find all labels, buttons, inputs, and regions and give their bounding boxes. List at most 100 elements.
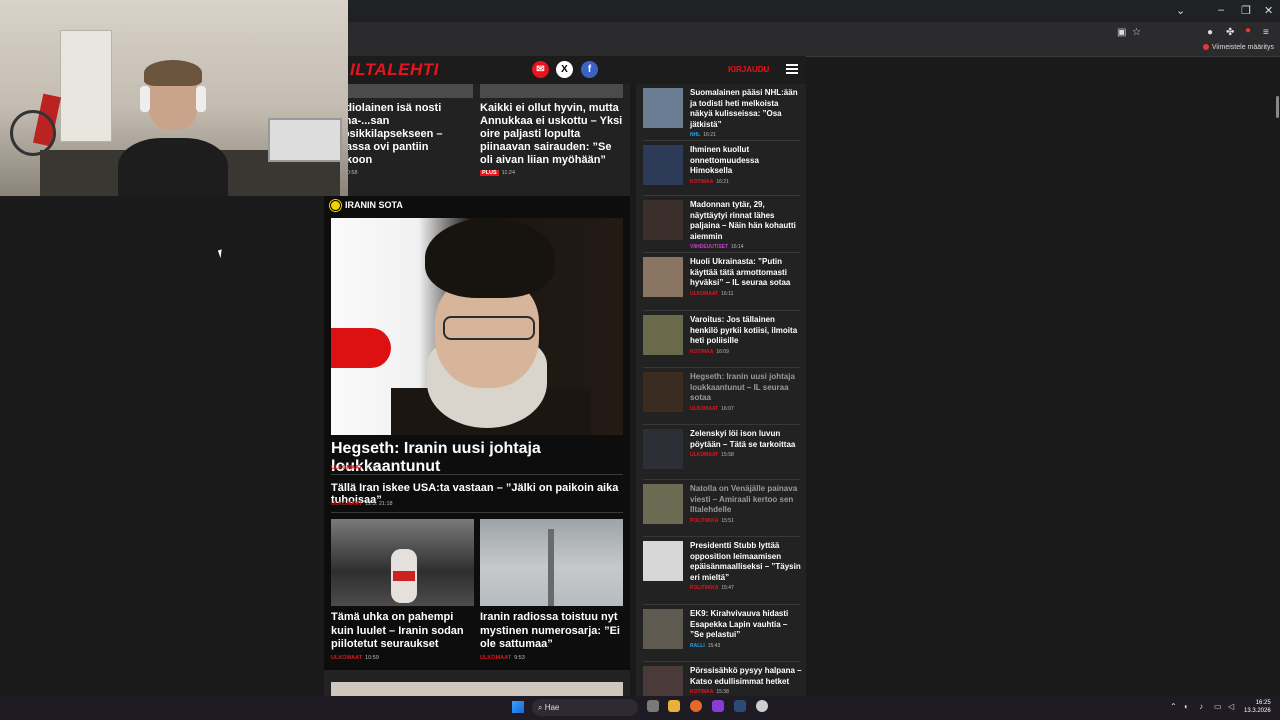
taskbar-search-input[interactable]: ⌕ Hae bbox=[532, 699, 638, 716]
microphone-icon[interactable]: ♪ bbox=[1199, 702, 1203, 711]
steam-icon[interactable] bbox=[734, 700, 746, 712]
sub-meta: ULKOMAAT 12.3. 21:18 bbox=[331, 501, 393, 507]
card-title[interactable]: Iranin radiossa toistuu nyt mystinen num… bbox=[480, 611, 623, 652]
close-button[interactable]: ✕ bbox=[1264, 4, 1273, 17]
profile-icon[interactable]: ● bbox=[1245, 25, 1251, 36]
news-thumbnail[interactable] bbox=[643, 429, 683, 469]
category-label[interactable]: KOTIMAA bbox=[690, 349, 713, 355]
news-thumbnail[interactable] bbox=[643, 484, 683, 524]
section-card-1[interactable]: Tämä uhka on pahempi kuin luulet – Irani… bbox=[331, 519, 474, 661]
volume-icon[interactable]: ◁ bbox=[1228, 702, 1234, 711]
category-label[interactable]: POLITIIKKA bbox=[690, 518, 718, 524]
obs-icon[interactable] bbox=[756, 700, 768, 712]
category-label[interactable]: ULKOMAAT bbox=[480, 655, 511, 661]
tab-list-dropdown-icon[interactable]: ⌄ bbox=[1176, 4, 1185, 17]
hamburger-menu-icon[interactable] bbox=[786, 64, 798, 74]
card-image[interactable] bbox=[480, 519, 623, 606]
category-label[interactable]: VIIHDEUUTISET bbox=[690, 244, 728, 250]
email-share-icon[interactable]: ✉ bbox=[532, 61, 549, 78]
category-label[interactable]: ULKOMAAT bbox=[690, 291, 718, 297]
clock-date: 13.3.2026 bbox=[1244, 708, 1271, 714]
puzzle-icon[interactable]: ✤ bbox=[1226, 27, 1234, 38]
discord-icon[interactable] bbox=[712, 700, 724, 712]
news-thumbnail[interactable] bbox=[643, 257, 683, 297]
tray-app-icon[interactable]: ◐ bbox=[1184, 702, 1189, 711]
category-label[interactable]: KOTIMAA bbox=[690, 689, 713, 695]
bookmark-star-icon[interactable]: ☆ bbox=[1132, 27, 1141, 38]
card-title[interactable]: Tämä uhka on pahempi kuin luulet – Irani… bbox=[331, 611, 474, 652]
news-title[interactable]: Hegseth: Iranin uusi johtaja loukkaantun… bbox=[690, 372, 802, 404]
file-explorer-icon[interactable] bbox=[668, 700, 680, 712]
news-meta: KOTIMAA 16:21 bbox=[690, 179, 802, 185]
news-title[interactable]: Natolla on Venäjälle painava viesti – Am… bbox=[690, 484, 802, 516]
webcam-person bbox=[118, 60, 228, 196]
article-time: 16:07 bbox=[365, 465, 379, 471]
webcam-monitor bbox=[268, 118, 342, 162]
reader-view-icon[interactable]: ▣ bbox=[1117, 27, 1126, 38]
live-dot-icon bbox=[330, 200, 341, 212]
x-share-icon[interactable]: X bbox=[556, 61, 573, 78]
category-label[interactable]: ULKOMAAT bbox=[331, 501, 362, 507]
news-text: Zelenskyi löi ison luvun pöytään – Tätä … bbox=[690, 429, 802, 458]
category-label[interactable]: ULKOMAAT bbox=[331, 465, 362, 471]
start-button[interactable] bbox=[512, 701, 524, 713]
category-label[interactable]: RALLI bbox=[690, 643, 705, 649]
article-thumbnail[interactable] bbox=[330, 84, 473, 98]
news-meta: KOTIMAA 15:38 bbox=[690, 689, 802, 695]
divider bbox=[331, 474, 623, 475]
card-image[interactable] bbox=[331, 519, 474, 606]
news-title[interactable]: Varoitus: Jos tällainen henkilö pyrkii k… bbox=[690, 315, 802, 347]
news-thumbnail[interactable] bbox=[643, 145, 683, 185]
minimize-button[interactable]: – bbox=[1218, 4, 1224, 16]
top-article-2[interactable]: Kaikki ei ollut hyvin, mutta Annukkaa ei… bbox=[480, 84, 623, 176]
news-text: Natolla on Venäjälle painava viesti – Am… bbox=[690, 484, 802, 524]
news-title[interactable]: Pörssisähkö pysyy halpana – Katso edulli… bbox=[690, 666, 802, 687]
facebook-share-icon[interactable]: f bbox=[581, 61, 598, 78]
news-title[interactable]: Ihminen kuollut onnettomuudessa Himoksel… bbox=[690, 145, 802, 177]
news-title[interactable]: Presidentti Stubb lyttää opposition leim… bbox=[690, 541, 802, 583]
news-text: Madonnan tytär, 29, näyttäytyi rinnat lä… bbox=[690, 200, 802, 250]
category-label[interactable]: KOTIMAA bbox=[690, 179, 713, 185]
hero-image[interactable] bbox=[331, 218, 623, 435]
bookmark-item[interactable]: Viimeistele määritys bbox=[1202, 44, 1274, 51]
headphone-right bbox=[196, 86, 206, 112]
article-title[interactable]: ...adiolainen isä nosti Anna-...san suos… bbox=[330, 102, 473, 167]
tray-chevron-icon[interactable]: ⌃ bbox=[1170, 702, 1177, 711]
sidebar-divider bbox=[643, 661, 800, 662]
article-thumbnail[interactable] bbox=[480, 84, 623, 98]
news-thumbnail[interactable] bbox=[643, 541, 683, 581]
category-label[interactable]: ULKOMAAT bbox=[690, 406, 718, 412]
news-thumbnail[interactable] bbox=[643, 88, 683, 128]
news-thumbnail[interactable] bbox=[643, 609, 683, 649]
system-clock[interactable]: 16:25 13.3.2026 bbox=[1244, 699, 1271, 715]
news-thumbnail[interactable] bbox=[643, 372, 683, 412]
next-article-image[interactable] bbox=[331, 682, 623, 696]
section-card-2[interactable]: Iranin radiossa toistuu nyt mystinen num… bbox=[480, 519, 623, 661]
extension-icon[interactable]: ● bbox=[1207, 27, 1213, 38]
category-label[interactable]: POLITIIKKA bbox=[690, 585, 718, 591]
news-thumbnail[interactable] bbox=[643, 315, 683, 355]
login-link[interactable]: KIRJAUDU bbox=[728, 65, 769, 74]
news-title[interactable]: Madonnan tytär, 29, näyttäytyi rinnat lä… bbox=[690, 200, 802, 242]
category-label[interactable]: ULKOMAAT bbox=[331, 655, 362, 661]
article-title[interactable]: Kaikki ei ollut hyvin, mutta Annukkaa ei… bbox=[480, 102, 623, 167]
news-thumbnail[interactable] bbox=[643, 200, 683, 240]
news-title[interactable]: EK9: Kirahvivauva hidasti Esapekka Lapin… bbox=[690, 609, 802, 641]
section-label[interactable]: IRANIN SOTA bbox=[330, 200, 403, 212]
page-scrollbar[interactable] bbox=[1276, 96, 1279, 118]
top-article-1[interactable]: ...adiolainen isä nosti Anna-...san suos… bbox=[330, 84, 473, 176]
category-label[interactable]: ULKOMAAT bbox=[690, 452, 718, 458]
category-label[interactable]: NHL bbox=[690, 132, 700, 138]
news-title[interactable]: Zelenskyi löi ison luvun pöytään – Tätä … bbox=[690, 429, 802, 450]
article-time: 11:24 bbox=[501, 170, 516, 176]
menu-icon[interactable]: ≡ bbox=[1263, 27, 1269, 38]
task-view-icon[interactable] bbox=[647, 700, 659, 712]
news-title[interactable]: Huoli Ukrainasta: ”Putin käyttää tätä ar… bbox=[690, 257, 802, 289]
news-title[interactable]: Suomalainen pääsi NHL:ään ja todisti het… bbox=[690, 88, 802, 130]
news-text: Presidentti Stubb lyttää opposition leim… bbox=[690, 541, 802, 591]
site-logo[interactable]: ILTALEHTI bbox=[350, 60, 439, 80]
firefox-icon[interactable] bbox=[690, 700, 702, 712]
network-icon[interactable]: ▭ bbox=[1214, 702, 1222, 711]
news-meta: ULKOMAAT 16:11 bbox=[690, 291, 802, 297]
restore-button[interactable]: ❐ bbox=[1241, 4, 1251, 17]
